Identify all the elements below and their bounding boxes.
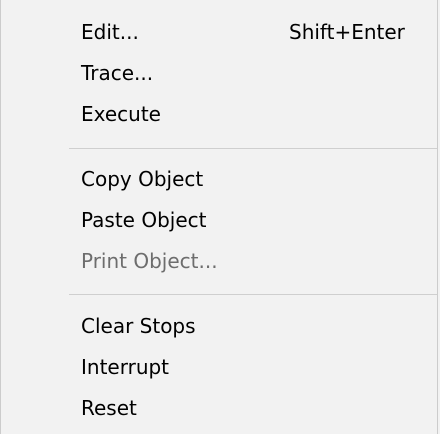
menu-item-execute[interactable]: Execute [1, 96, 437, 132]
menu-item-label: Interrupt [81, 355, 170, 379]
menu-item-trace[interactable]: Trace... [1, 55, 437, 91]
menu-item-print-object: Print Object... [1, 243, 437, 279]
menu-item-label: Print Object... [81, 249, 218, 273]
menu-item-interrupt[interactable]: Interrupt [1, 349, 437, 385]
menu-item-label: Execute [81, 102, 161, 126]
menu-separator [69, 148, 437, 149]
menu-item-label: Copy Object [81, 167, 204, 191]
menu-item-label: Paste Object [81, 208, 207, 232]
menu-item-label: Edit... [81, 20, 139, 44]
context-menu: Edit... Shift+Enter Trace... Execute Cop… [0, 0, 438, 434]
menu-item-paste-object[interactable]: Paste Object [1, 202, 437, 238]
menu-item-reset[interactable]: Reset [1, 390, 437, 426]
menu-separator [69, 294, 437, 295]
menu-item-label: Clear Stops [81, 314, 196, 338]
menu-item-edit[interactable]: Edit... Shift+Enter [1, 14, 437, 50]
menu-item-copy-object[interactable]: Copy Object [1, 161, 437, 197]
menu-item-clear-stops[interactable]: Clear Stops [1, 308, 437, 344]
menu-item-label: Trace... [81, 61, 154, 85]
menu-item-shortcut: Shift+Enter [289, 20, 405, 44]
menu-item-label: Reset [81, 396, 137, 420]
